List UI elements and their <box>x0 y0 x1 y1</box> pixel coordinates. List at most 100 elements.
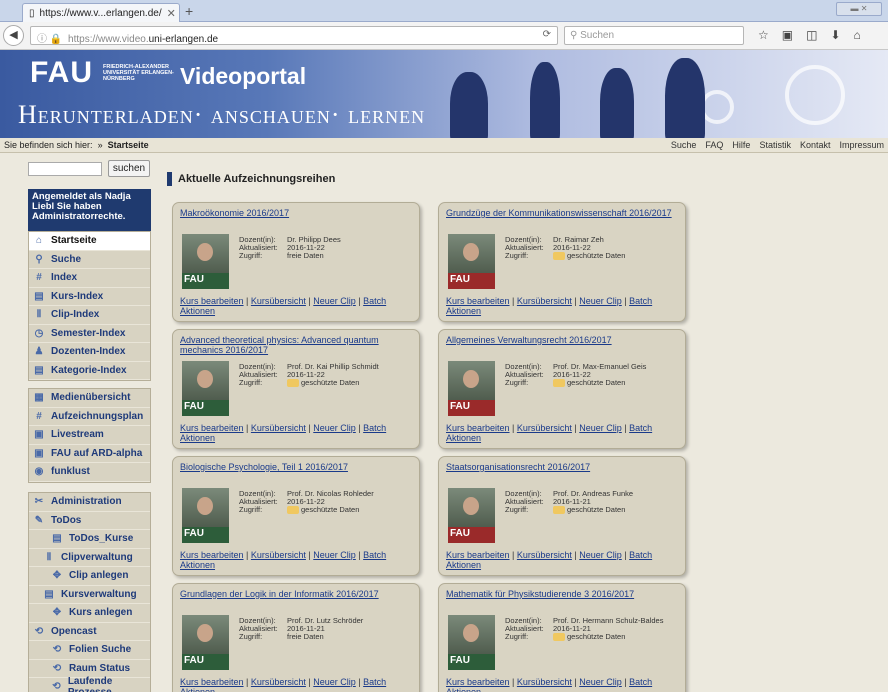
edit-course-link[interactable]: Kurs bearbeiten <box>446 423 510 433</box>
navigation-bar: ◀ ⓘ 🔒 https://www.video.uni-erlangen.de … <box>0 22 888 50</box>
access-label: Zugriff: <box>505 378 529 387</box>
topnav-faq[interactable]: FAQ <box>705 140 723 150</box>
topnav-impressum[interactable]: Impressum <box>839 140 884 150</box>
new-clip-link[interactable]: Neuer Clip <box>313 677 356 687</box>
window-controls[interactable]: ▬ ✕ <box>836 2 882 16</box>
access-label: Zugriff: <box>239 251 263 260</box>
sidebar-item[interactable]: Ⅱ Clip-Index <box>29 306 150 325</box>
section-heading: Aktuelle Aufzeichnungsreihen <box>167 172 335 186</box>
new-clip-link[interactable]: Neuer Clip <box>313 296 356 306</box>
sidebar-item[interactable]: ⟲ Opencast <box>29 623 150 641</box>
course-title-link[interactable]: Allgemeines Verwaltungsrecht 2016/2017 <box>446 335 682 345</box>
reload-icon[interactable]: ⟳ <box>543 29 551 40</box>
lecturer-photo[interactable]: FAU <box>448 234 495 289</box>
sidebar-item[interactable]: ⟲ Laufende Prozesse <box>29 676 150 692</box>
sidebar-item-label: Folien Suche <box>69 644 132 656</box>
edit-course-link[interactable]: Kurs bearbeiten <box>446 550 510 560</box>
course-title-link[interactable]: Grundlagen der Logik in der Informatik 2… <box>180 589 416 599</box>
new-tab-button[interactable]: + <box>185 3 193 19</box>
sidebar-item[interactable]: ⟲ Folien Suche <box>29 641 150 660</box>
fau-thumbnail-logo: FAU <box>448 527 495 543</box>
sidebar-item[interactable]: ▣ Livestream <box>29 426 150 445</box>
breadcrumb-current[interactable]: Startseite <box>108 140 149 150</box>
course-actions: Kurs bearbeiten | Kursübersicht | Neuer … <box>446 677 682 692</box>
edit-course-link[interactable]: Kurs bearbeiten <box>446 296 510 306</box>
topnav-kontakt[interactable]: Kontakt <box>800 140 831 150</box>
lecturer-photo[interactable]: FAU <box>448 488 495 543</box>
sidebar-item[interactable]: ▤ Kategorie-Index <box>29 362 150 380</box>
course-overview-link[interactable]: Kursübersicht <box>251 423 306 433</box>
edit-course-link[interactable]: Kurs bearbeiten <box>180 550 244 560</box>
portrait <box>197 497 213 515</box>
sidebar-item[interactable]: ⌂ Startseite <box>29 232 150 251</box>
new-clip-link[interactable]: Neuer Clip <box>313 423 356 433</box>
lecturer-photo[interactable]: FAU <box>448 615 495 670</box>
sidebar-item[interactable]: ✥ Kurs anlegen <box>29 604 150 623</box>
course-title-link[interactable]: Makroökonomie 2016/2017 <box>180 208 416 218</box>
course-title-link[interactable]: Biologische Psychologie, Teil 1 2016/201… <box>180 462 416 472</box>
topnav-suche[interactable]: Suche <box>671 140 697 150</box>
home-icon[interactable]: ⌂ <box>854 28 861 42</box>
new-clip-link[interactable]: Neuer Clip <box>313 550 356 560</box>
sidebar-item[interactable]: # Aufzeichnungsplan <box>29 408 150 426</box>
sidebar-item[interactable]: ▤ ToDos_Kurse <box>29 530 150 549</box>
course-overview-link[interactable]: Kursübersicht <box>517 296 572 306</box>
sidebar-item[interactable]: # Index <box>29 269 150 288</box>
browser-tab[interactable]: ▯ https://www.v...erlangen.de/ ✕ <box>22 3 180 22</box>
course-title-link[interactable]: Grundzüge der Kommunikationswissenschaft… <box>446 208 682 218</box>
new-clip-link[interactable]: Neuer Clip <box>579 550 622 560</box>
course-title-link[interactable]: Mathematik für Physikstudierende 3 2016/… <box>446 589 682 599</box>
sidebar-item[interactable]: ▣ FAU auf ARD-alpha <box>29 445 150 463</box>
bookmark-star-icon[interactable]: ☆ <box>758 28 769 42</box>
lecturer-photo[interactable]: FAU <box>182 615 229 670</box>
course-title-link[interactable]: Advanced theoretical physics: Advanced q… <box>180 335 416 355</box>
sidebar-item[interactable]: ▦ Medienübersicht <box>29 389 150 408</box>
course-actions: Kurs bearbeiten | Kursübersicht | Neuer … <box>180 296 387 316</box>
sidebar-item[interactable]: ◷ Semester-Index <box>29 325 150 343</box>
back-icon[interactable]: ◀ <box>3 25 24 46</box>
course-overview-link[interactable]: Kursübersicht <box>517 550 572 560</box>
lecturer-photo[interactable]: FAU <box>182 234 229 289</box>
new-clip-link[interactable]: Neuer Clip <box>579 296 622 306</box>
course-card: Makroökonomie 2016/2017 FAU Dozent(in): Akt… <box>172 202 420 322</box>
sidebar-item[interactable]: ✥ Clip anlegen <box>29 567 150 586</box>
lecturer-photo[interactable]: FAU <box>182 488 229 543</box>
edit-course-link[interactable]: Kurs bearbeiten <box>446 677 510 687</box>
sidebar-item[interactable]: ◉ funklust <box>29 463 150 482</box>
close-icon[interactable]: ✕ <box>167 7 176 20</box>
sidebar-item[interactable]: Ⅱ Clipverwaltung <box>29 549 150 567</box>
download-icon[interactable]: ⬇ <box>830 28 840 42</box>
sidebar-item[interactable]: ▤ Kursverwaltung <box>29 586 150 604</box>
edit-course-link[interactable]: Kurs bearbeiten <box>180 296 244 306</box>
fau-logo[interactable]: FAU <box>30 56 93 90</box>
reading-list-icon[interactable]: ▣ <box>782 28 793 42</box>
sidebar-item-label: Clip anlegen <box>69 570 129 582</box>
sidebar-item[interactable]: ♟ Dozenten-Index <box>29 343 150 362</box>
edit-course-link[interactable]: Kurs bearbeiten <box>180 677 244 687</box>
access-text: geschützte Daten <box>567 251 626 260</box>
pocket-icon[interactable]: ◫ <box>806 28 817 42</box>
new-clip-link[interactable]: Neuer Clip <box>579 677 622 687</box>
sidebar-item[interactable]: ▤ Kurs-Index <box>29 288 150 306</box>
edit-course-link[interactable]: Kurs bearbeiten <box>180 423 244 433</box>
topnav-statistik[interactable]: Statistik <box>759 140 791 150</box>
course-overview-link[interactable]: Kursübersicht <box>517 677 572 687</box>
info-icon[interactable]: ⓘ <box>37 34 47 45</box>
sidebar-item[interactable]: ⚲ Suche <box>29 251 150 269</box>
course-title-link[interactable]: Staatsorganisationsrecht 2016/2017 <box>446 462 682 472</box>
topnav-hilfe[interactable]: Hilfe <box>732 140 750 150</box>
browser-search-input[interactable]: ⚲ Suchen <box>564 26 744 45</box>
sidebar-item[interactable]: ✎ ToDos <box>29 512 150 530</box>
new-clip-link[interactable]: Neuer Clip <box>579 423 622 433</box>
sidebar-search-button[interactable]: suchen <box>108 160 150 177</box>
course-overview-link[interactable]: Kursübersicht <box>251 677 306 687</box>
toolbar-icons: ☆ ▣ ◫ ⬇ ⌂ <box>758 28 861 42</box>
lecturer-photo[interactable]: FAU <box>182 361 229 416</box>
address-bar[interactable]: ⓘ 🔒 https://www.video.uni-erlangen.de ⟳ <box>30 26 558 45</box>
course-overview-link[interactable]: Kursübersicht <box>251 550 306 560</box>
sidebar-search-input[interactable] <box>28 162 102 176</box>
course-overview-link[interactable]: Kursübersicht <box>517 423 572 433</box>
course-overview-link[interactable]: Kursübersicht <box>251 296 306 306</box>
lecturer-photo[interactable]: FAU <box>448 361 495 416</box>
sidebar-item[interactable]: ✂ Administration <box>29 493 150 512</box>
